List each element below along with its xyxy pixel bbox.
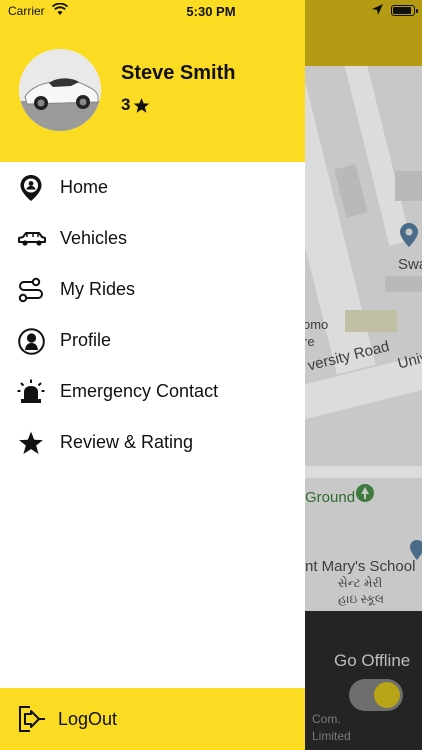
logout-label: LogOut: [58, 709, 118, 729]
menu-label-profile: Profile: [60, 330, 112, 350]
menu-item-vehicles[interactable]: Vehicles: [0, 213, 305, 264]
map-label-omo: omo: [303, 317, 329, 332]
menu-label-my-rides: My Rides: [60, 279, 136, 299]
map-label-swa: Swa: [398, 256, 422, 273]
car-photo-icon: [19, 49, 101, 131]
menu-label-vehicles: Vehicles: [60, 228, 128, 248]
school-pin-icon: [410, 540, 422, 560]
menu-item-my-rides[interactable]: My Rides: [0, 264, 305, 315]
map-label-school-gujarati-1: સેન્ટ મેરી: [338, 576, 383, 590]
star-icon: [17, 429, 45, 457]
star-icon: [134, 97, 150, 113]
navigation-drawer: Steve Smith 3 Home Vehicles My Rides Pro…: [0, 0, 305, 750]
battery-icon: [391, 5, 418, 16]
siren-icon: [17, 378, 45, 406]
home-pin-icon: [17, 174, 45, 202]
park-tree-icon: [356, 484, 374, 502]
logout-button[interactable]: LogOut: [0, 688, 305, 750]
menu-item-emergency-contact[interactable]: Emergency Contact: [0, 366, 305, 417]
footnote-line-2: Limited: [312, 729, 351, 743]
menu-label-emergency-contact: Emergency Contact: [60, 381, 219, 401]
footnote-line-1: Com.: [312, 712, 341, 726]
user-rating: 3: [121, 95, 150, 115]
status-time: 5:30 PM: [186, 4, 236, 19]
map-label-ground: Ground: [305, 489, 356, 506]
profile-icon: [17, 327, 45, 355]
menu-item-home[interactable]: Home: [0, 162, 305, 213]
user-name: Steve Smith: [121, 62, 236, 84]
status-bar: Carrier 5:30 PM: [0, 0, 422, 22]
drawer-header: Steve Smith 3: [0, 0, 305, 162]
route-icon: [17, 276, 45, 304]
map-pin-icon: [400, 223, 418, 247]
map-label-school: nt Mary's School: [305, 558, 416, 575]
menu-label-review-rating: Review & Rating: [60, 432, 194, 452]
location-arrow-icon: [372, 4, 383, 15]
car-icon: [17, 225, 47, 253]
menu-label-home: Home: [60, 177, 109, 197]
online-toggle[interactable]: [349, 679, 403, 711]
drawer-menu: Home Vehicles My Rides Profile Emergency…: [0, 162, 305, 468]
logout-icon: [17, 704, 47, 734]
avatar[interactable]: [19, 49, 101, 131]
go-offline-label: Go Offline: [334, 651, 411, 670]
menu-item-review-rating[interactable]: Review & Rating: [0, 417, 305, 468]
menu-item-profile[interactable]: Profile: [0, 315, 305, 366]
map-label-school-gujarati-2: હાઇ સ્કૂલ: [338, 592, 385, 606]
rating-value: 3: [121, 95, 131, 114]
toggle-knob: [374, 682, 400, 708]
